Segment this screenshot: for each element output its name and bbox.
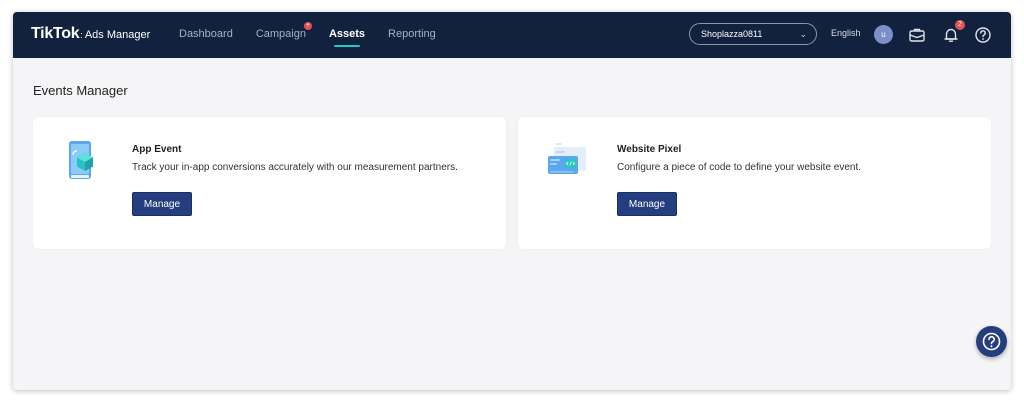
account-name: Shoplazza0811 xyxy=(701,29,763,39)
account-selector[interactable]: Shoplazza0811 ⌄ xyxy=(689,23,817,45)
campaign-plus-badge: + xyxy=(303,22,312,30)
website-pixel-card: Website Pixel Configure a piece of code … xyxy=(518,117,991,249)
brand-separator: : xyxy=(80,30,83,40)
brand-wordmark: TikTok xyxy=(31,25,80,42)
nav-campaign[interactable]: Campaign + xyxy=(255,12,312,58)
brand-logo[interactable]: TikTok : Ads Manager xyxy=(31,25,150,43)
app-window: TikTok : Ads Manager Dashboard Campaign … xyxy=(13,12,1011,390)
nav-reporting[interactable]: Reporting xyxy=(388,12,436,58)
chevron-down-icon: ⌄ xyxy=(799,29,807,39)
nav-assets[interactable]: Assets xyxy=(329,12,365,58)
nav-campaign-label: Campaign xyxy=(255,28,306,40)
app-event-description: Track your in-app conversions accurately… xyxy=(132,162,458,173)
top-navigation-bar: TikTok : Ads Manager Dashboard Campaign … xyxy=(13,12,1011,58)
website-pixel-description: Configure a piece of code to define your… xyxy=(617,162,862,173)
nav-dashboard[interactable]: Dashboard xyxy=(179,12,233,58)
brand-product-name: Ads Manager xyxy=(84,29,151,41)
website-pixel-title: Website Pixel xyxy=(617,144,682,155)
app-event-card: App Event Track your in-app conversions … xyxy=(33,117,506,249)
help-icon[interactable] xyxy=(973,25,993,45)
app-event-title: App Event xyxy=(132,144,182,155)
notification-badge: 2 xyxy=(955,20,965,30)
briefcase-icon[interactable] xyxy=(907,25,927,45)
app-event-manage-button[interactable]: Manage xyxy=(132,192,192,216)
page-title: Events Manager xyxy=(33,83,128,98)
browser-code-illustration xyxy=(548,143,586,174)
mobile-app-illustration xyxy=(69,141,93,179)
language-selector[interactable]: English xyxy=(831,28,861,38)
website-pixel-manage-button[interactable]: Manage xyxy=(617,192,677,216)
floating-help-button[interactable] xyxy=(976,326,1007,357)
help-icon xyxy=(982,332,1001,351)
main-nav: Dashboard Campaign + Assets Reporting xyxy=(179,12,459,58)
avatar[interactable]: u xyxy=(874,25,893,44)
